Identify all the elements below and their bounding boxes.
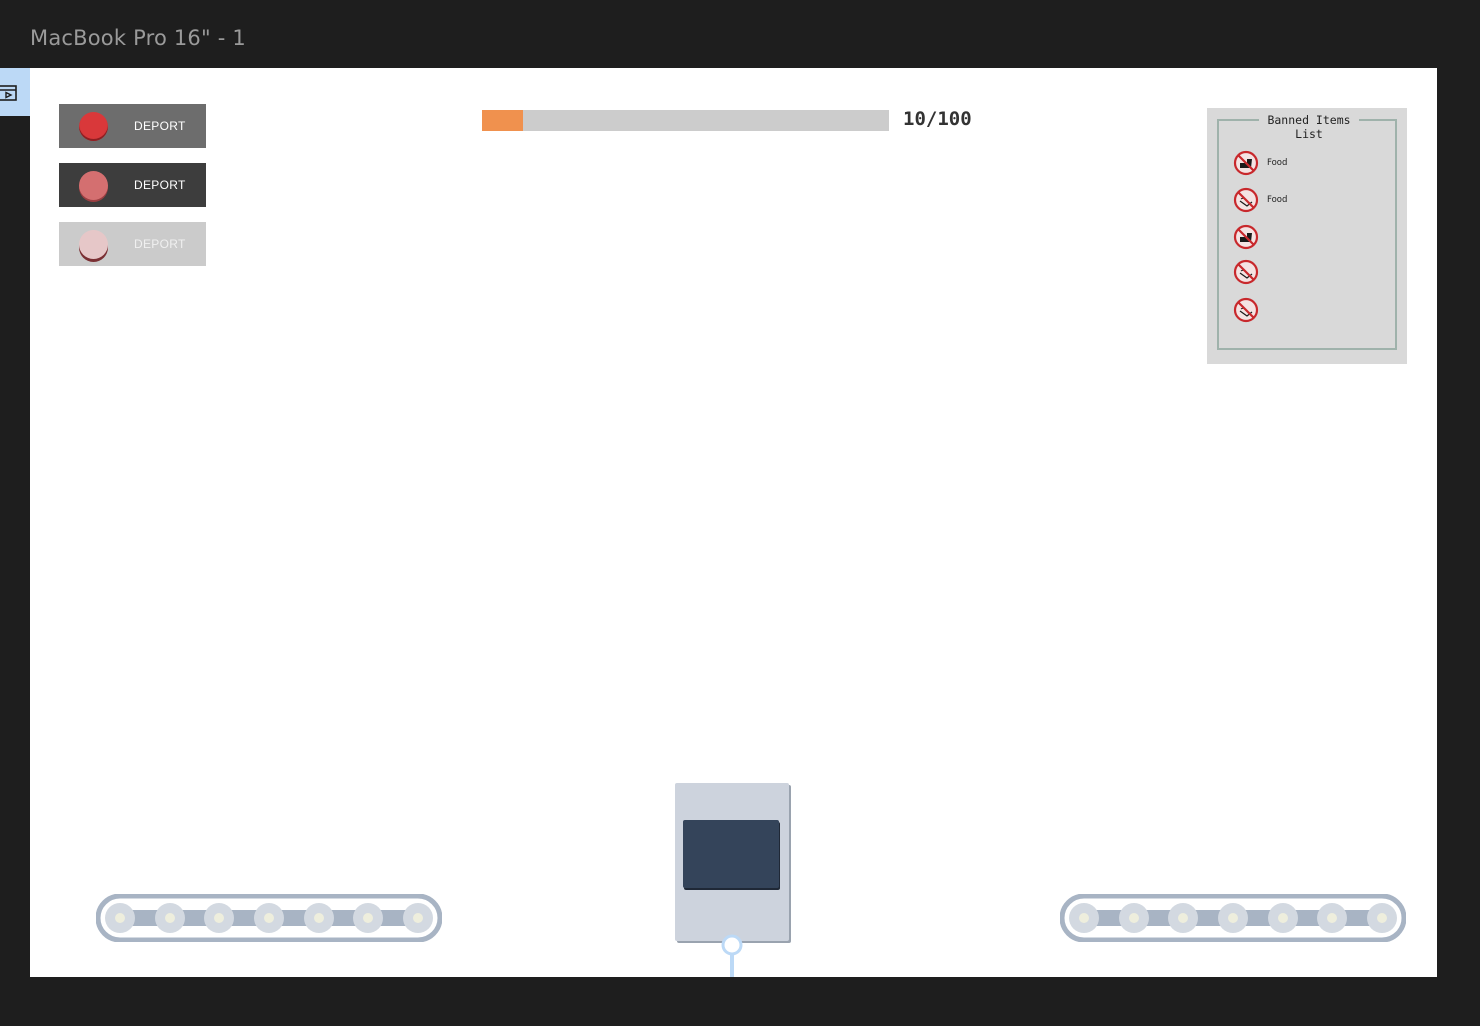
banned-items-frame: Banned Items List Food Food <box>1217 113 1397 350</box>
banned-item: Food <box>1233 150 1287 176</box>
no-smoking-icon <box>1233 297 1259 323</box>
banned-item-label: Food <box>1267 158 1288 168</box>
deport-button-label: DEPORT <box>134 237 186 251</box>
conveyor-belt-left <box>96 894 442 942</box>
inspection-booth <box>675 783 789 941</box>
red-button-knob-icon <box>79 229 108 259</box>
banned-item <box>1233 259 1267 285</box>
no-smoking-icon <box>1233 259 1259 285</box>
banned-item <box>1233 224 1267 250</box>
banned-item: Food <box>1233 187 1287 213</box>
play-window-icon <box>0 85 17 101</box>
no-food-icon <box>1233 150 1259 176</box>
banned-item <box>1233 297 1267 323</box>
red-button-knob-icon <box>79 170 108 200</box>
deport-button-label: DEPORT <box>134 119 186 133</box>
game-canvas: DEPORT DEPORT DEPORT 10/100 Banned Items… <box>30 68 1437 977</box>
deport-button-disabled[interactable]: DEPORT <box>59 222 206 266</box>
frame-title: MacBook Pro 16" - 1 <box>30 26 246 50</box>
prototype-play-tab[interactable] <box>0 68 30 116</box>
deport-button-default[interactable]: DEPORT <box>59 104 206 148</box>
banned-items-title: Banned Items List <box>1259 113 1359 141</box>
no-smoking-icon <box>1233 187 1259 213</box>
no-food-icon <box>1233 224 1259 250</box>
deport-button-label: DEPORT <box>134 178 186 192</box>
red-button-knob-icon <box>79 111 108 141</box>
banned-items-panel: Banned Items List Food Food <box>1207 108 1407 364</box>
banned-item-label: Food <box>1267 195 1288 205</box>
progress-bar <box>482 110 889 131</box>
progress-count: 10/100 <box>903 108 972 130</box>
booth-screen <box>683 820 779 888</box>
traveler-figure-icon <box>721 934 743 977</box>
progress-bar-fill <box>482 110 523 131</box>
deport-button-pressed[interactable]: DEPORT <box>59 163 206 207</box>
conveyor-belt-right <box>1060 894 1406 942</box>
